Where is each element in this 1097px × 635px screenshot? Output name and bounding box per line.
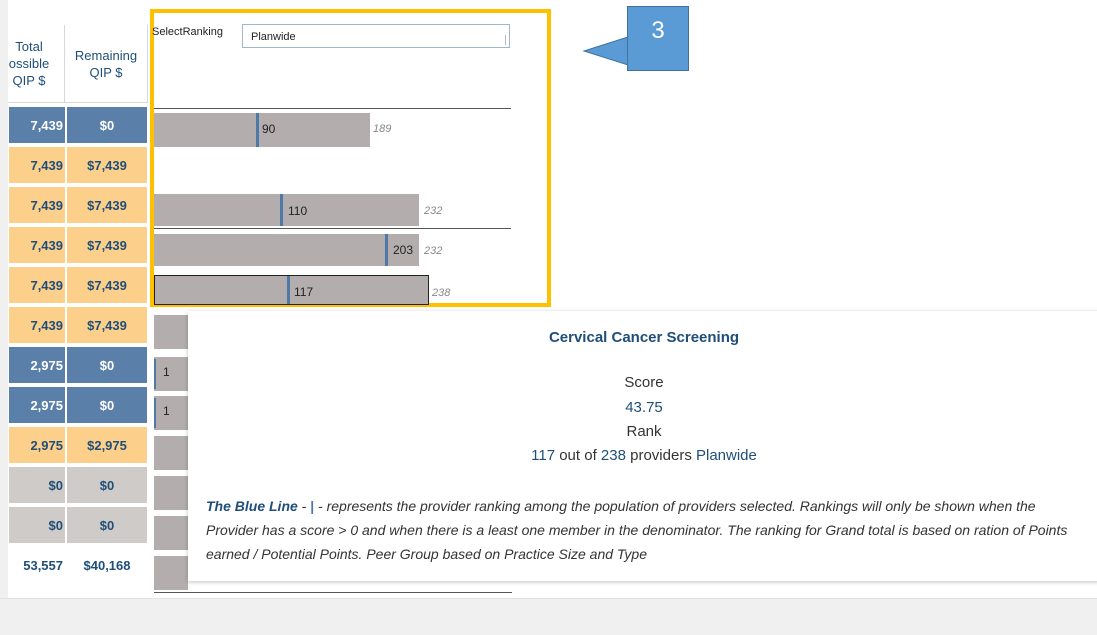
rank-bar-1-value: 90 xyxy=(262,122,276,136)
left-margin xyxy=(0,0,8,634)
table-row: 7,439 $7,439 xyxy=(8,224,148,264)
remaining-cell[interactable]: $7,439 xyxy=(66,226,148,264)
dropdown-caret-icon[interactable] xyxy=(505,35,506,45)
header-total-possible-qip[interactable]: Total ossible QIP $ xyxy=(8,25,65,103)
tooltip-rank-line: 117 out of 238 providers Planwide xyxy=(188,447,1097,464)
table-row: 7,439 $0 xyxy=(8,104,148,144)
total-possible-cell[interactable]: $0 xyxy=(8,506,66,544)
bottom-strip xyxy=(0,598,1097,635)
rank-bar-2-value: 110 xyxy=(288,204,308,218)
callout-number-badge: 3 xyxy=(627,6,689,71)
total-possible-cell[interactable]: 2,975 xyxy=(8,346,66,384)
tooltip-providers-label: providers xyxy=(630,447,692,464)
divider-2 xyxy=(154,228,511,229)
blue-line-explanation: - represents the provider ranking among … xyxy=(206,498,1068,562)
remaining-cell[interactable]: $40,168 xyxy=(66,546,148,584)
total-possible-cell[interactable]: 2,975 xyxy=(8,426,66,464)
header-total-label: Total ossible QIP $ xyxy=(8,39,50,88)
bar-hidden-6 xyxy=(154,516,188,550)
remaining-cell[interactable]: $0 xyxy=(66,386,148,424)
rank-bar-4-selected[interactable] xyxy=(154,275,429,305)
header-remaining-qip[interactable]: Remaining QIP $ xyxy=(65,25,148,103)
remaining-cell[interactable]: $7,439 xyxy=(66,146,148,184)
table-row: 2,975 $2,975 xyxy=(8,424,148,464)
table-row: 7,439 $7,439 xyxy=(8,264,148,304)
dashboard-sheet: Total ossible QIP $ Remaining QIP $ 7,43… xyxy=(0,0,1097,635)
select-ranking-value: Planwide xyxy=(251,31,296,43)
remaining-cell[interactable]: $0 xyxy=(66,506,148,544)
callout-pointer-icon xyxy=(582,36,629,66)
total-possible-cell[interactable]: 7,439 xyxy=(8,266,66,304)
tooltip-rank-label: Rank xyxy=(626,423,662,440)
table-row: 7,439 $7,439 xyxy=(8,184,148,224)
tooltip-rank-scope: Planwide xyxy=(696,447,757,464)
select-ranking-label: SelectRanking xyxy=(152,26,223,38)
remaining-cell[interactable]: $7,439 xyxy=(66,186,148,224)
select-ranking-dropdown[interactable]: Planwide xyxy=(242,24,510,48)
tooltip-score-value: 43.75 xyxy=(625,399,663,416)
remaining-cell[interactable]: $7,439 xyxy=(66,306,148,344)
rank-bar-3-max: 232 xyxy=(424,245,443,257)
divider-1 xyxy=(154,108,511,109)
rank-line-3 xyxy=(385,234,388,266)
rank-bar-3[interactable] xyxy=(154,234,419,266)
total-possible-cell[interactable]: 7,439 xyxy=(8,106,66,144)
blue-line-label: The Blue Line xyxy=(206,498,298,514)
rank-line-2 xyxy=(280,194,283,226)
remaining-cell[interactable]: $7,439 xyxy=(66,266,148,304)
bar-hidden-3 xyxy=(154,396,188,430)
tooltip-rank-value: 117 xyxy=(531,447,556,464)
bar-hidden-5 xyxy=(154,476,188,510)
table-row: $0 $0 xyxy=(8,504,148,544)
tooltip-title: Cervical Cancer Screening xyxy=(548,329,740,346)
tooltip-out-of: out of xyxy=(559,447,597,464)
total-possible-cell[interactable]: $0 xyxy=(8,466,66,504)
total-possible-cell[interactable]: 7,439 xyxy=(8,146,66,184)
table-row: 7,439 $7,439 xyxy=(8,304,148,344)
rank-value-hidden-2: 1 xyxy=(163,365,170,379)
total-possible-cell[interactable]: 7,439 xyxy=(8,226,66,264)
table-row: 2,975 $0 xyxy=(8,384,148,424)
table-row: 7,439 $7,439 xyxy=(8,144,148,184)
total-possible-cell[interactable]: 2,975 xyxy=(8,386,66,424)
rank-line-4 xyxy=(287,276,290,304)
rank-bar-2-max: 232 xyxy=(424,205,443,217)
rank-bar-2[interactable] xyxy=(154,194,419,226)
rank-line-1 xyxy=(256,113,259,147)
table-row: $0 $0 xyxy=(8,464,148,504)
rank-value-hidden-3: 1 xyxy=(163,404,170,418)
total-possible-cell[interactable]: 7,439 xyxy=(8,186,66,224)
bar-hidden-4 xyxy=(154,436,188,470)
bar-hidden-2 xyxy=(154,357,188,391)
tooltip-panel: Cervical Cancer Screening Score 43.75 Ra… xyxy=(188,311,1097,581)
table-row: 53,557 $40,168 xyxy=(8,544,148,584)
remaining-cell[interactable]: $2,975 xyxy=(66,426,148,464)
rank-line-hidden-2 xyxy=(154,359,156,389)
remaining-cell[interactable]: $0 xyxy=(66,466,148,504)
rank-bar-4-max: 238 xyxy=(432,287,451,299)
total-possible-cell[interactable]: 7,439 xyxy=(8,306,66,344)
tooltip-score-label: Score xyxy=(624,374,664,391)
bottom-divider xyxy=(154,592,512,593)
table-row: 2,975 $0 xyxy=(8,344,148,384)
rank-bar-1-max: 189 xyxy=(373,123,392,135)
remaining-cell[interactable]: $0 xyxy=(66,346,148,384)
bar-hidden-7 xyxy=(154,556,188,590)
tooltip-rank-total: 238 xyxy=(600,447,626,464)
rank-bar-4-value: 117 xyxy=(294,285,314,299)
blue-line-dash: - xyxy=(297,498,311,514)
bar-hidden-1 xyxy=(154,315,188,349)
rank-bar-3-value: 203 xyxy=(393,243,414,257)
remaining-cell[interactable]: $0 xyxy=(66,106,148,144)
total-possible-cell[interactable]: 53,557 xyxy=(8,546,66,584)
tooltip-description: The Blue Line - | - represents the provi… xyxy=(206,494,1091,566)
rank-line-hidden-3 xyxy=(154,398,156,428)
callout-dash xyxy=(556,37,580,40)
